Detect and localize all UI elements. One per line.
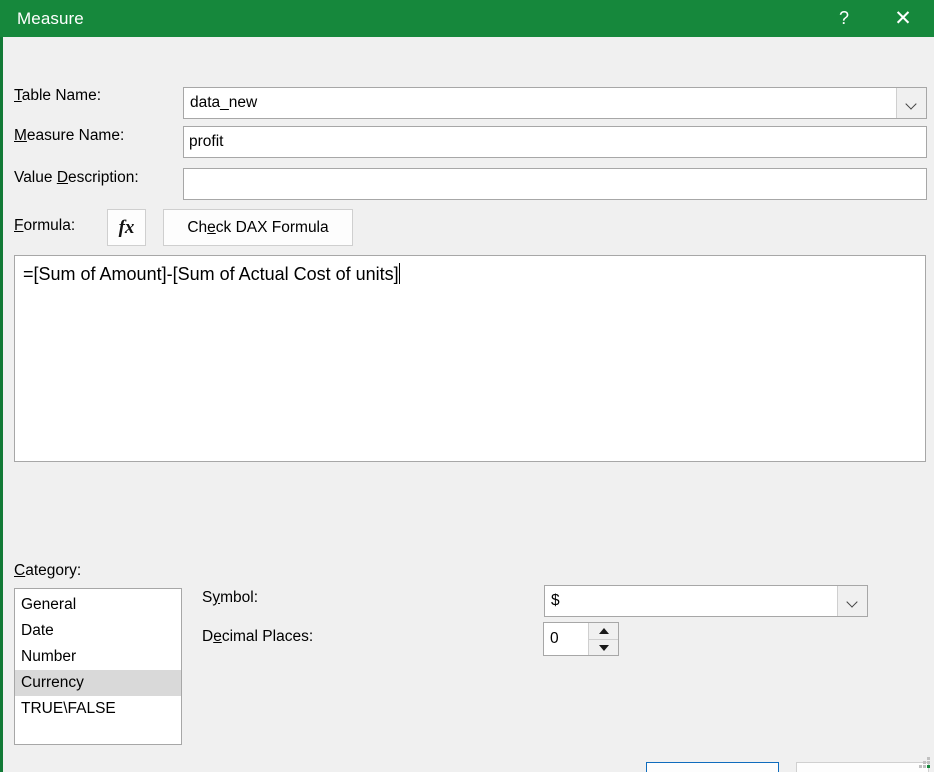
value-description-label: Value Description: (14, 169, 139, 186)
decimal-places-value[interactable]: 0 (544, 623, 588, 655)
list-item[interactable]: Number (15, 644, 181, 670)
cancel-button[interactable]: Cancel (796, 762, 929, 772)
category-listbox[interactable]: General Date Number Currency TRUE\FALSE (14, 588, 182, 745)
measure-dialog: Measure ? ✕ Table Name: data_new Measure… (0, 0, 934, 772)
chevron-down-icon (907, 100, 917, 106)
symbol-combobox[interactable]: $ (544, 585, 868, 617)
spinner-buttons (588, 623, 618, 655)
resize-grip-icon[interactable] (916, 754, 931, 769)
help-button[interactable]: ? (816, 0, 872, 37)
measure-name-row: Measure Name: (14, 127, 124, 145)
table-name-combobox[interactable]: data_new (183, 87, 927, 119)
check-dax-formula-label: Check DAX Formula (187, 218, 329, 236)
fx-icon: fx (118, 216, 135, 238)
chevron-down-icon (848, 598, 858, 604)
dialog-title: Measure (17, 8, 84, 28)
symbol-value: $ (551, 592, 560, 609)
decimal-places-label: Decimal Places: (202, 628, 314, 645)
list-item[interactable]: Currency (15, 670, 181, 696)
formula-row: Formula: (14, 217, 75, 235)
list-item[interactable]: TRUE\FALSE (15, 696, 181, 722)
close-button[interactable]: ✕ (872, 0, 934, 37)
table-name-row: Table Name: (14, 87, 101, 105)
check-dax-formula-button[interactable]: Check DAX Formula (163, 209, 353, 246)
window-controls: ? ✕ (816, 0, 934, 37)
value-description-row: Value Description: (14, 169, 139, 187)
symbol-label: Symbol: (202, 589, 258, 606)
spinner-down-button[interactable] (589, 639, 618, 655)
formula-editor[interactable]: =[Sum of Amount]-[Sum of Actual Cost of … (14, 255, 926, 462)
symbol-dropdown-button[interactable] (837, 586, 867, 616)
spinner-down-arrow-icon (598, 644, 609, 651)
spinner-up-button[interactable] (589, 623, 618, 639)
value-description-input[interactable] (183, 168, 927, 200)
ok-button[interactable]: OK (646, 762, 779, 772)
table-name-label: Table Name: (14, 87, 102, 104)
insert-function-button[interactable]: fx (107, 209, 146, 246)
category-label: Category: (14, 562, 82, 579)
title-bar: Measure ? ✕ (0, 0, 934, 37)
decimal-places-row: Decimal Places: (202, 628, 313, 646)
spinner-up-arrow-icon (598, 628, 609, 634)
table-name-value: data_new (190, 94, 258, 111)
table-name-dropdown-button[interactable] (896, 88, 926, 118)
formula-text: =[Sum of Amount]-[Sum of Actual Cost of … (23, 264, 399, 284)
formula-label: Formula: (14, 217, 76, 234)
symbol-row: Symbol: (202, 589, 258, 607)
decimal-places-stepper[interactable]: 0 (543, 622, 619, 656)
dialog-body: Table Name: data_new Measure Name: Value… (3, 37, 934, 772)
list-item[interactable]: General (15, 592, 181, 618)
measure-name-input[interactable] (183, 126, 927, 158)
category-row: Category: (14, 562, 81, 580)
list-item[interactable]: Date (15, 618, 181, 644)
measure-name-label: Measure Name: (14, 127, 125, 144)
